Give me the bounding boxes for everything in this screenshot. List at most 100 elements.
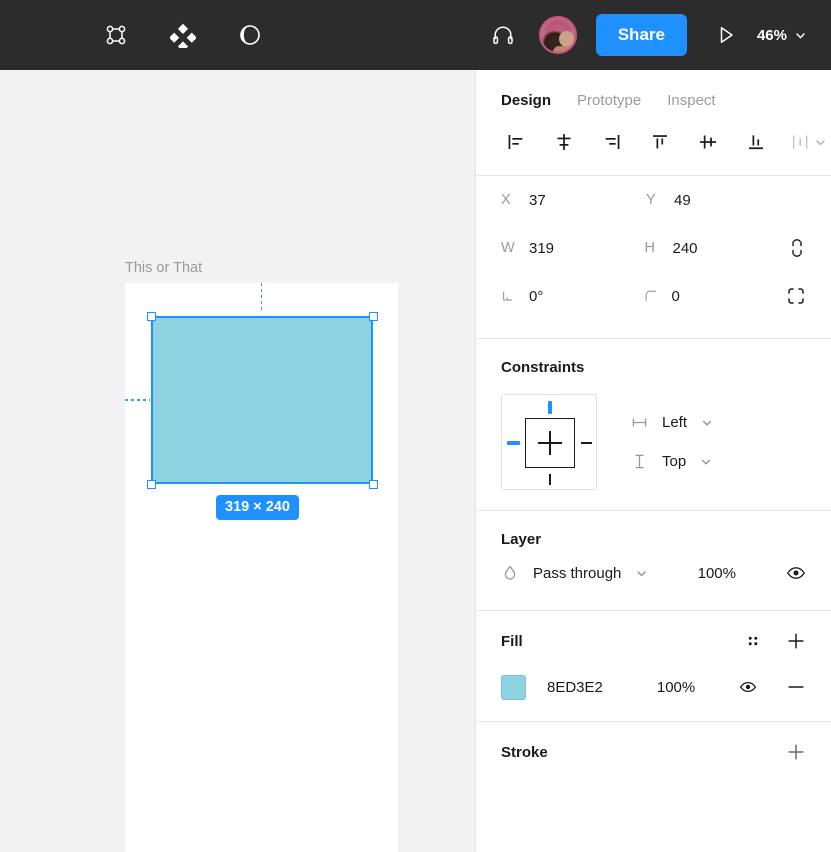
y-field[interactable]: Y 49 xyxy=(646,192,791,209)
fill-remove-button[interactable] xyxy=(786,677,806,697)
constraint-marker-bottom[interactable] xyxy=(549,474,551,485)
fill-hex-value[interactable]: 8ED3E2 xyxy=(547,679,603,696)
y-label: Y xyxy=(646,192,660,208)
constraints-grid[interactable] xyxy=(501,394,597,490)
minus-icon xyxy=(786,677,806,697)
align-left-icon xyxy=(505,131,527,153)
contrast-circle-icon xyxy=(238,23,262,47)
h-value[interactable]: 240 xyxy=(673,240,698,257)
selected-rectangle[interactable] xyxy=(151,316,373,484)
layer-visibility-button[interactable] xyxy=(786,563,806,583)
align-top-button[interactable] xyxy=(645,127,675,157)
position-row: X 37 Y 49 xyxy=(501,176,806,224)
chevron-down-icon xyxy=(701,417,713,429)
fill-title: Fill xyxy=(501,633,523,650)
w-label: W xyxy=(501,240,515,256)
vertical-constraint-value: Top xyxy=(662,453,686,470)
stroke-add-button[interactable] xyxy=(786,742,806,762)
contrast-tool-button[interactable] xyxy=(230,15,270,55)
fill-section: Fill xyxy=(476,611,831,721)
constraint-marker-left[interactable] xyxy=(507,441,520,445)
vertical-constraint-icon xyxy=(631,453,648,470)
eye-icon xyxy=(786,563,806,583)
align-horizontal-center-button[interactable] xyxy=(549,127,579,157)
link-proportions-icon xyxy=(788,238,806,258)
fill-color-swatch[interactable] xyxy=(501,675,526,700)
resize-handle-top-right[interactable] xyxy=(369,312,378,321)
constrain-proportions-button[interactable] xyxy=(788,238,806,258)
rotation-radius-row: 0° 0 xyxy=(501,272,806,320)
constraints-body: Left Top xyxy=(501,376,806,490)
rotation-value[interactable]: 0° xyxy=(529,288,543,305)
zoom-level-label: 46% xyxy=(757,27,787,44)
align-right-icon xyxy=(601,131,623,153)
w-value[interactable]: 319 xyxy=(529,240,554,257)
y-value[interactable]: 49 xyxy=(674,192,691,209)
rotation-icon xyxy=(501,288,515,304)
constraint-marker-right[interactable] xyxy=(581,442,592,444)
layer-blend-row: Pass through 100% xyxy=(501,548,806,598)
zoom-control[interactable]: 46% xyxy=(757,27,807,44)
constraint-marker-top[interactable] xyxy=(548,401,552,414)
constraints-dropdowns: Left Top xyxy=(631,414,713,470)
plus-icon xyxy=(786,631,806,651)
fill-visibility-button[interactable] xyxy=(738,677,758,697)
fill-header-actions xyxy=(744,631,806,651)
fill-add-button[interactable] xyxy=(786,631,806,651)
plus-icon xyxy=(786,742,806,762)
fill-styles-button[interactable] xyxy=(744,632,762,650)
present-button[interactable] xyxy=(709,18,743,52)
tab-inspect[interactable]: Inspect xyxy=(667,92,715,109)
corner-radius-icon xyxy=(644,288,658,304)
stroke-header: Stroke xyxy=(501,730,806,774)
frame-label[interactable]: This or That xyxy=(125,260,202,276)
align-right-button[interactable] xyxy=(597,127,627,157)
fill-item-actions xyxy=(738,677,806,697)
avatar-face xyxy=(559,31,574,47)
distribute-icon xyxy=(789,131,811,153)
align-vertical-center-button[interactable] xyxy=(693,127,723,157)
resize-handle-bottom-left[interactable] xyxy=(147,480,156,489)
x-value[interactable]: 37 xyxy=(529,192,546,209)
headphones-button[interactable] xyxy=(483,15,523,55)
stroke-title: Stroke xyxy=(501,744,548,761)
blend-mode-value[interactable]: Pass through xyxy=(533,565,621,582)
measurement-guide-vertical xyxy=(261,283,263,311)
avatar[interactable] xyxy=(539,16,577,54)
corner-radius-value[interactable]: 0 xyxy=(672,288,680,305)
tab-design[interactable]: Design xyxy=(501,92,551,109)
height-field[interactable]: H 240 xyxy=(645,240,789,257)
measurement-guide-horizontal xyxy=(125,399,150,401)
horizontal-constraint-value: Left xyxy=(662,414,687,431)
fill-item-row: 8ED3E2 100% xyxy=(501,663,806,711)
horizontal-constraint-dropdown[interactable]: Left xyxy=(631,414,713,431)
rotation-field[interactable]: 0° xyxy=(501,288,644,305)
constraints-center-horizontal xyxy=(538,442,562,443)
right-properties-panel: Design Prototype Inspect xyxy=(475,70,831,852)
frame-icon xyxy=(104,23,128,47)
corner-radius-field[interactable]: 0 xyxy=(644,288,787,305)
resize-handle-bottom-right[interactable] xyxy=(369,480,378,489)
h-label: H xyxy=(645,240,659,256)
components-tool-button[interactable] xyxy=(163,15,203,55)
frame-tool-button[interactable] xyxy=(96,15,136,55)
fill-opacity-value[interactable]: 100% xyxy=(657,679,695,696)
tab-prototype[interactable]: Prototype xyxy=(577,92,641,109)
stroke-header-actions xyxy=(786,742,806,762)
x-label: X xyxy=(501,192,515,208)
align-bottom-button[interactable] xyxy=(741,127,771,157)
resize-handle-top-left[interactable] xyxy=(147,312,156,321)
distribute-dropdown-button[interactable] xyxy=(789,131,827,153)
layer-section: Layer Pass through 100% xyxy=(476,511,831,610)
align-left-button[interactable] xyxy=(501,127,531,157)
chevron-down-icon[interactable] xyxy=(635,567,648,580)
layer-opacity-value[interactable]: 100% xyxy=(698,565,736,582)
constraints-title: Constraints xyxy=(501,359,806,376)
independent-corners-button[interactable] xyxy=(786,286,806,306)
play-triangle-icon xyxy=(715,24,737,46)
vertical-constraint-dropdown[interactable]: Top xyxy=(631,453,713,470)
share-button[interactable]: Share xyxy=(596,14,687,56)
design-canvas[interactable]: This or That 319 × 240 xyxy=(0,70,475,852)
x-field[interactable]: X 37 xyxy=(501,192,646,209)
width-field[interactable]: W 319 xyxy=(501,240,645,257)
